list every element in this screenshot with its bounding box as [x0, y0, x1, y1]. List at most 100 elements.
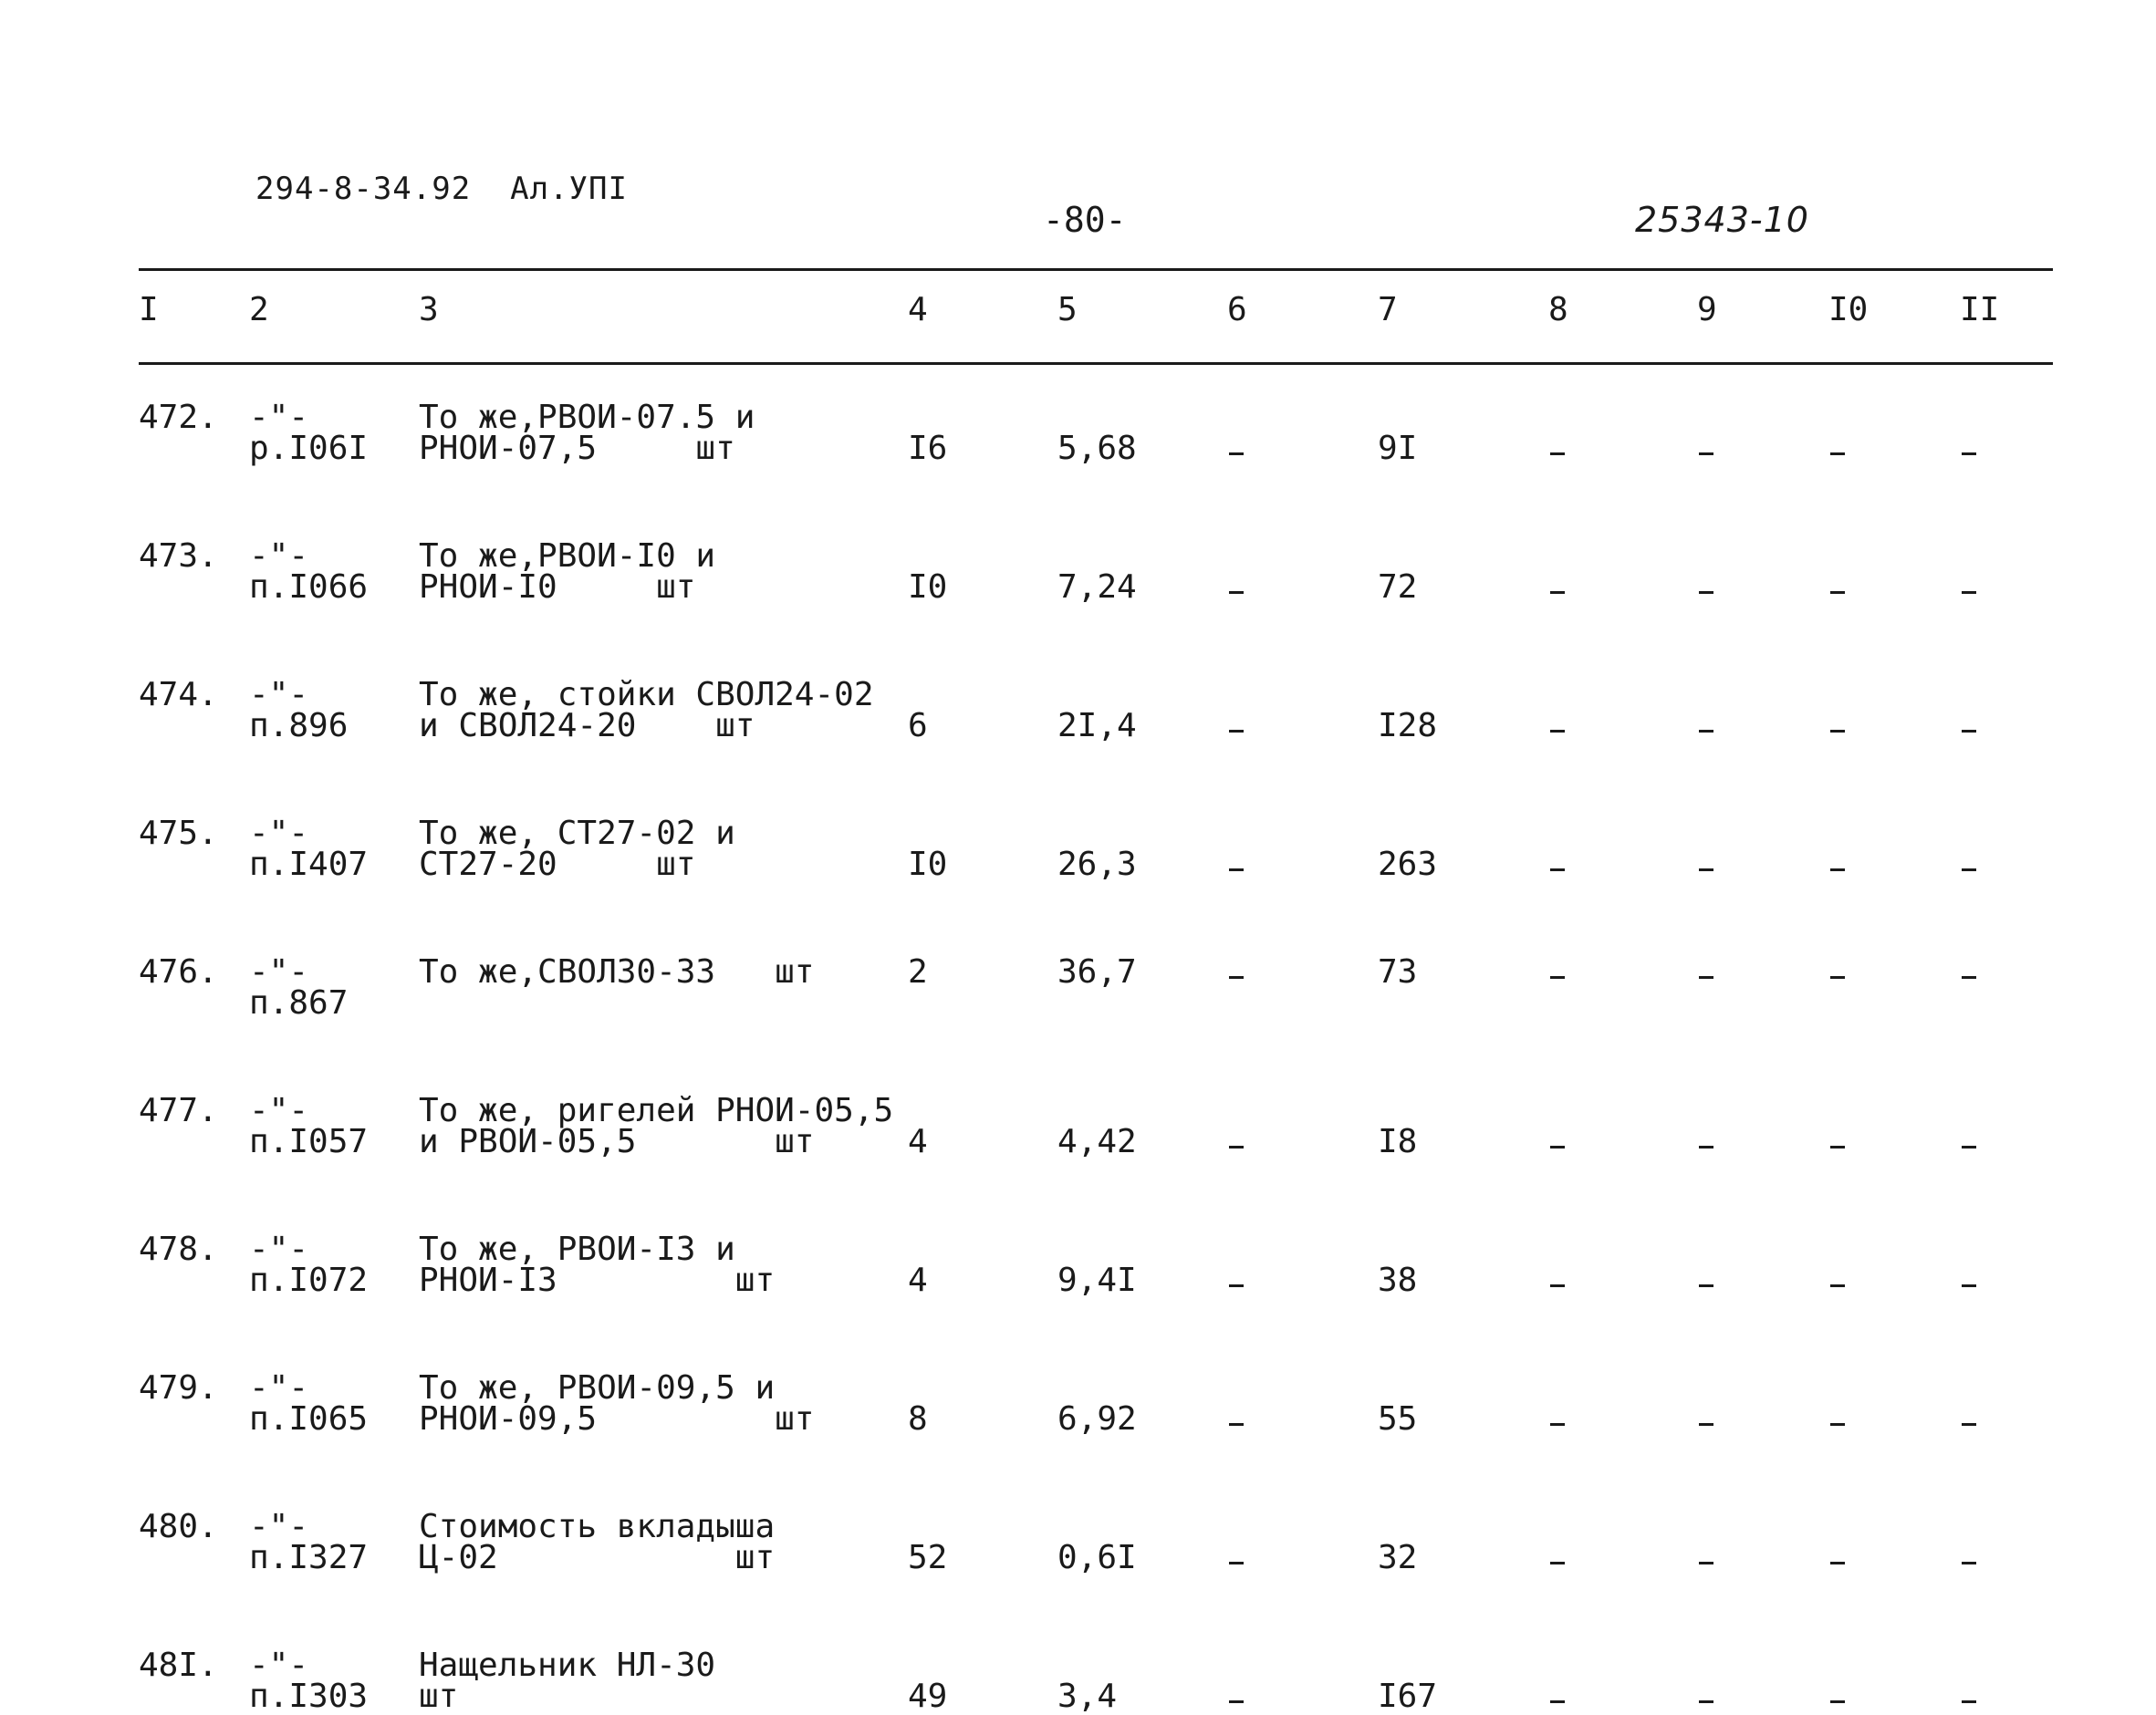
row-number: 477.: [139, 1092, 218, 1129]
row-number: 479.: [139, 1369, 218, 1407]
column-header-2: 2: [249, 291, 269, 328]
row-number: 478.: [139, 1231, 218, 1268]
row-number: 480.: [139, 1508, 218, 1545]
description-line-1: То же,СВОЛ30-33 шт: [419, 953, 815, 991]
row-number: 473.: [139, 537, 218, 575]
unit-price-cell: 9,4I: [1057, 1262, 1137, 1299]
column-header-3: 3: [419, 291, 439, 328]
unit-price-cell: 0,6I: [1057, 1539, 1137, 1576]
total-cost-cell: I8: [1378, 1123, 1418, 1160]
description-line-2: РНОИ-09,5 шт: [419, 1400, 815, 1438]
quantity-cell: I0: [908, 568, 948, 606]
description-line-2: шт: [419, 1678, 459, 1715]
column-header-4: 4: [908, 291, 928, 328]
empty-dash-c6: [1229, 452, 1244, 455]
total-cost-cell: 73: [1378, 953, 1418, 991]
empty-dash-c6: [1229, 1284, 1244, 1287]
empty-dash-c8: [1550, 452, 1565, 455]
unit-price-cell: 4,42: [1057, 1123, 1137, 1160]
column-header-11: II: [1960, 291, 2000, 328]
document-code: 294-8-34.92 Ал.УПI: [255, 171, 628, 207]
description-line-2: РНОИ-I3 шт: [419, 1262, 776, 1299]
description-line-2: СТ27-20 шт: [419, 846, 696, 883]
unit-price-cell: 26,3: [1057, 846, 1137, 883]
empty-dash-c10: [1830, 591, 1845, 594]
empty-dash-c11: [1962, 1284, 1976, 1287]
description-line-2: РНОИ-I0 шт: [419, 568, 696, 606]
reference-clause: п.I065: [249, 1400, 369, 1438]
reference-clause: п.I407: [249, 846, 369, 883]
reference-clause: п.867: [249, 984, 349, 1022]
empty-dash-c8: [1550, 1146, 1565, 1149]
quantity-cell: I6: [908, 430, 948, 467]
empty-dash-c9: [1699, 1146, 1713, 1149]
unit-price-cell: 3,4: [1057, 1678, 1118, 1715]
column-header-9: 9: [1697, 291, 1717, 328]
empty-dash-c6: [1229, 1146, 1244, 1149]
empty-dash-c11: [1962, 1562, 1976, 1564]
empty-dash-c10: [1830, 1562, 1845, 1564]
total-cost-cell: 38: [1378, 1262, 1418, 1299]
quantity-cell: 4: [908, 1123, 928, 1160]
empty-dash-c10: [1830, 730, 1845, 733]
empty-dash-c10: [1830, 452, 1845, 455]
row-number: 48I.: [139, 1647, 218, 1684]
total-cost-cell: 263: [1378, 846, 1438, 883]
column-header-7: 7: [1378, 291, 1398, 328]
empty-dash-c8: [1550, 1423, 1565, 1426]
quantity-cell: 2: [908, 953, 928, 991]
description-line-1: Нащельник НЛ-30: [419, 1647, 716, 1684]
column-header-10: I0: [1828, 291, 1869, 328]
total-cost-cell: 72: [1378, 568, 1418, 606]
quantity-cell: 4: [908, 1262, 928, 1299]
ditto-mark: -"-: [249, 1508, 309, 1545]
column-header-6: 6: [1227, 291, 1247, 328]
total-cost-cell: 55: [1378, 1400, 1418, 1438]
column-header-1: I: [139, 291, 159, 328]
empty-dash-c10: [1830, 1423, 1845, 1426]
reference-clause: п.I072: [249, 1262, 369, 1299]
empty-dash-c6: [1229, 591, 1244, 594]
quantity-cell: 49: [908, 1678, 948, 1715]
empty-dash-c9: [1699, 452, 1713, 455]
description-line-1: Стоимость вкладыша: [419, 1508, 776, 1545]
description-line-2: и СВОЛ24-20 шт: [419, 707, 755, 744]
empty-dash-c9: [1699, 591, 1713, 594]
quantity-cell: I0: [908, 846, 948, 883]
quantity-cell: 52: [908, 1539, 948, 1576]
unit-price-cell: 36,7: [1057, 953, 1137, 991]
row-number: 474.: [139, 676, 218, 713]
total-cost-cell: I67: [1378, 1678, 1438, 1715]
reference-clause: п.896: [249, 707, 349, 744]
empty-dash-c9: [1699, 1562, 1713, 1564]
empty-dash-c6: [1229, 1423, 1244, 1426]
row-number: 475.: [139, 815, 218, 852]
empty-dash-c11: [1962, 1700, 1976, 1703]
description-line-2: Ц-02 шт: [419, 1539, 776, 1576]
unit-price-cell: 7,24: [1057, 568, 1137, 606]
table-header-rule: [139, 362, 2053, 365]
empty-dash-c9: [1699, 730, 1713, 733]
empty-dash-c11: [1962, 976, 1976, 979]
empty-dash-c8: [1550, 1562, 1565, 1564]
reference-clause: п.I327: [249, 1539, 369, 1576]
empty-dash-c6: [1229, 730, 1244, 733]
total-cost-cell: I28: [1378, 707, 1438, 744]
empty-dash-c10: [1830, 1284, 1845, 1287]
page-number: -80-: [1043, 200, 1127, 240]
row-number: 472.: [139, 399, 218, 436]
empty-dash-c11: [1962, 1146, 1976, 1149]
unit-price-cell: 5,68: [1057, 430, 1137, 467]
description-line-2: и РВОИ-05,5 шт: [419, 1123, 815, 1160]
empty-dash-c8: [1550, 1700, 1565, 1703]
empty-dash-c11: [1962, 730, 1976, 733]
empty-dash-c8: [1550, 976, 1565, 979]
empty-dash-c6: [1229, 976, 1244, 979]
total-cost-cell: 9I: [1378, 430, 1418, 467]
empty-dash-c11: [1962, 1423, 1976, 1426]
unit-price-cell: 6,92: [1057, 1400, 1137, 1438]
reference-clause: п.I303: [249, 1678, 369, 1715]
empty-dash-c9: [1699, 976, 1713, 979]
column-header-5: 5: [1057, 291, 1078, 328]
total-cost-cell: 32: [1378, 1539, 1418, 1576]
